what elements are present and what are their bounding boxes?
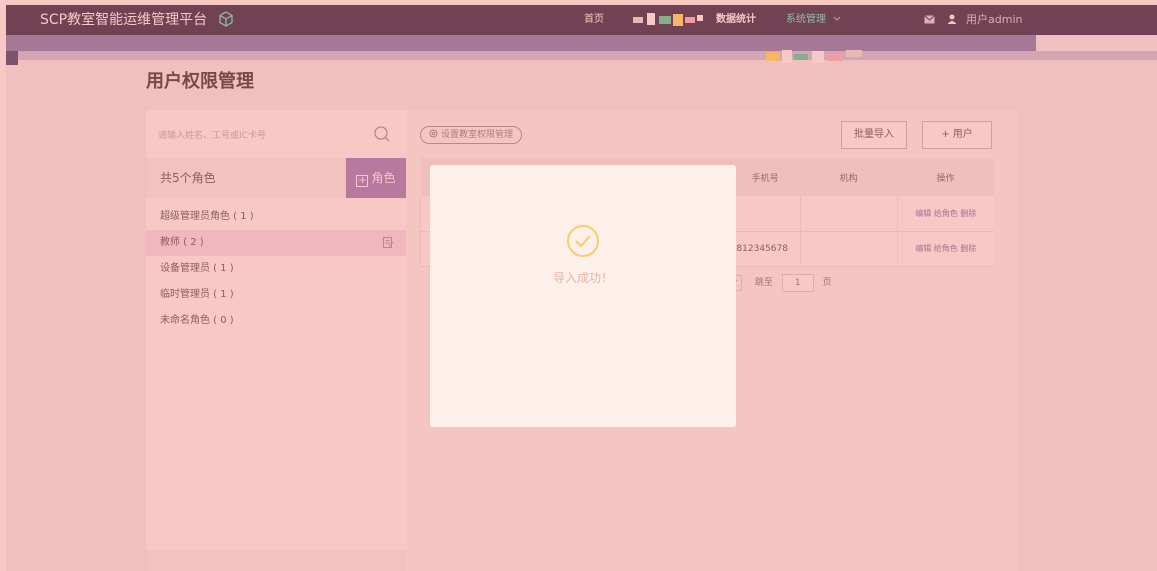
- import-success-toast: 导入成功！: [430, 165, 736, 427]
- check-circle-icon: [567, 225, 599, 257]
- toast-message: 导入成功！: [552, 271, 613, 285]
